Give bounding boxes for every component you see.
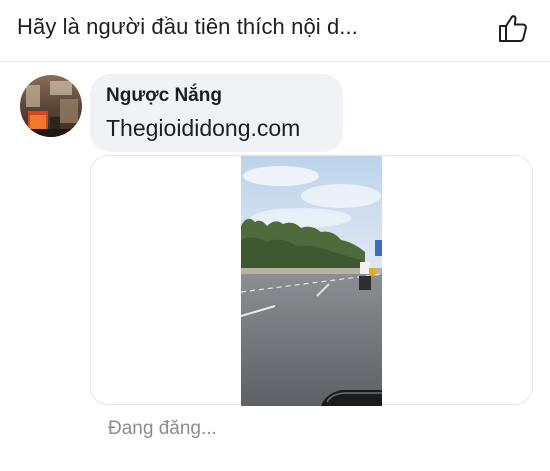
commenter-avatar[interactable] [20, 75, 82, 137]
comment-text: Thegioididong.com [106, 115, 301, 141]
reactions-header: Hãy là người đầu tiên thích nội d... [0, 0, 550, 62]
thumbs-up-icon [499, 15, 527, 42]
video-thumbnail[interactable] [241, 156, 382, 406]
road-scene-image [241, 156, 382, 406]
posting-status: Đang đăng... [108, 418, 217, 439]
reactions-summary-text[interactable]: Hãy là người đầu tiên thích nội d... [17, 14, 358, 40]
comment-author[interactable]: Ngược Nắng [106, 85, 222, 107]
like-button[interactable] [494, 9, 532, 47]
comment-bubble: Ngược Nắng Thegioididong.com [90, 74, 343, 152]
avatar-photo [20, 75, 82, 137]
